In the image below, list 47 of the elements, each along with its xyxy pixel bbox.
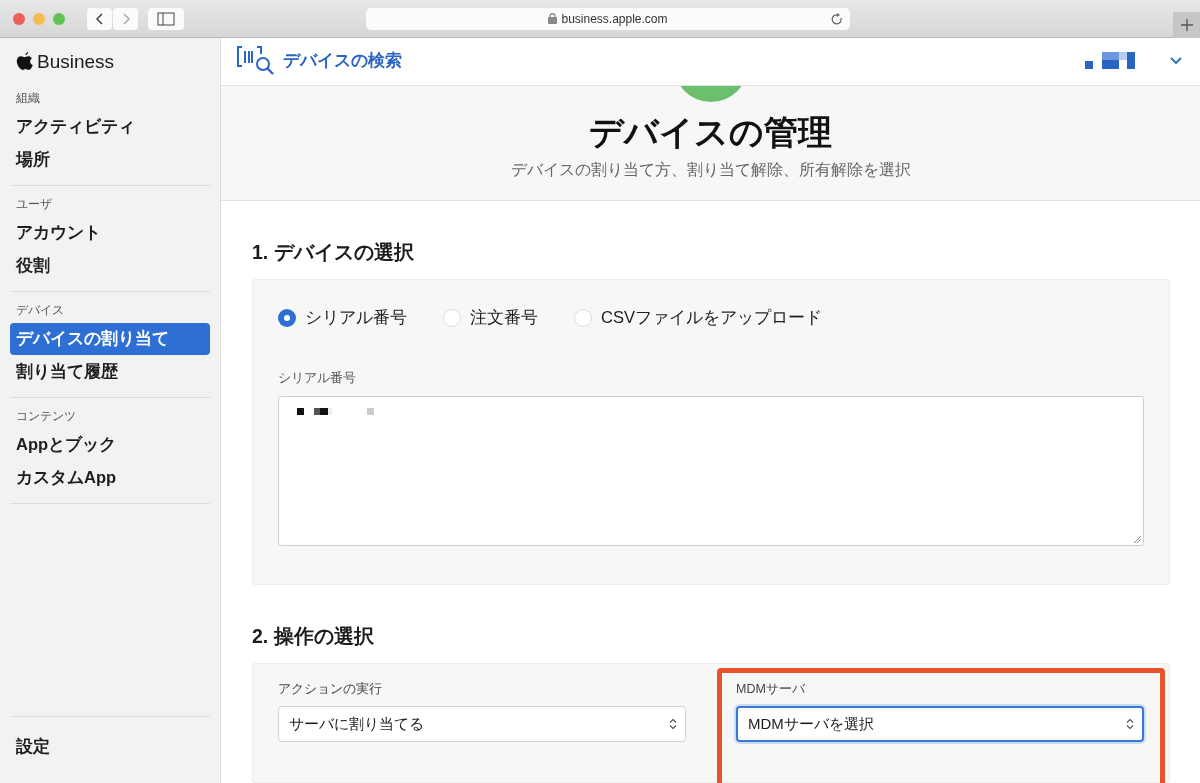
forward-button[interactable] (113, 7, 138, 30)
sidebar-item[interactable]: アクティビティ (10, 111, 210, 143)
dropdown[interactable]: サーバに割り当てる (278, 706, 686, 742)
device-search-link[interactable]: デバイスの検索 (237, 46, 402, 77)
up-down-chevron-icon (669, 718, 677, 730)
section-heading: デバイス (16, 302, 65, 319)
lock-icon (548, 13, 558, 24)
radio-option[interactable]: 注文番号 (443, 307, 538, 329)
field-label: アクションの実行 (278, 681, 382, 698)
sidebar-item[interactable]: 役割 (10, 250, 210, 282)
apple-logo-icon (16, 52, 33, 72)
radio-option[interactable]: シリアル番号 (278, 307, 407, 329)
page-subtitle: デバイスの割り当て方、割り当て解除、所有解除を選択 (510, 159, 911, 180)
page-title: デバイスの管理 (589, 111, 832, 153)
sidebar-item[interactable]: カスタムApp (10, 462, 210, 494)
sidebar-icon (157, 11, 175, 26)
close-window-button[interactable] (13, 12, 25, 25)
sidebar-item[interactable]: Appとブック (10, 429, 210, 461)
chevron-down-icon[interactable] (1170, 57, 1182, 66)
dropdown[interactable]: MDMサーバを選択 (736, 706, 1144, 742)
url-text: business.apple.com (561, 11, 668, 26)
radio-option[interactable]: CSVファイルをアップロード (574, 307, 822, 329)
up-down-chevron-icon (1126, 718, 1134, 730)
section-heading: コンテンツ (16, 408, 77, 425)
chevron-left-icon (94, 11, 105, 26)
resize-handle-icon[interactable] (1134, 536, 1141, 543)
sidebar-item[interactable]: 場所 (10, 144, 210, 176)
new-tab-button[interactable] (1173, 12, 1200, 38)
chevron-right-icon (120, 11, 131, 26)
sidebar-item[interactable]: アカウント (10, 217, 210, 249)
section-title: 1. デバイスの選択 (252, 240, 415, 263)
sidebar-item[interactable]: デバイスの割り当て (10, 323, 210, 355)
section-title: 2. 操作の選択 (252, 624, 375, 647)
section-heading: 組織 (16, 90, 41, 107)
address-bar[interactable]: business.apple.com (366, 7, 850, 30)
zoom-window-button[interactable] (53, 12, 65, 25)
field-label: シリアル番号 (278, 370, 356, 387)
back-button[interactable] (87, 7, 112, 30)
barcode-search-icon (237, 46, 275, 77)
plus-icon (1180, 19, 1193, 31)
section-heading: ユーザ (16, 196, 53, 213)
brand-name: Business (37, 51, 115, 73)
settings-link[interactable]: 設定 (10, 731, 210, 763)
field-label: MDMサーバ (736, 681, 805, 698)
sidebar-item[interactable]: 割り当て履歴 (10, 356, 210, 388)
reload-icon[interactable] (830, 11, 844, 26)
sidebar-toggle-button[interactable] (148, 7, 184, 30)
